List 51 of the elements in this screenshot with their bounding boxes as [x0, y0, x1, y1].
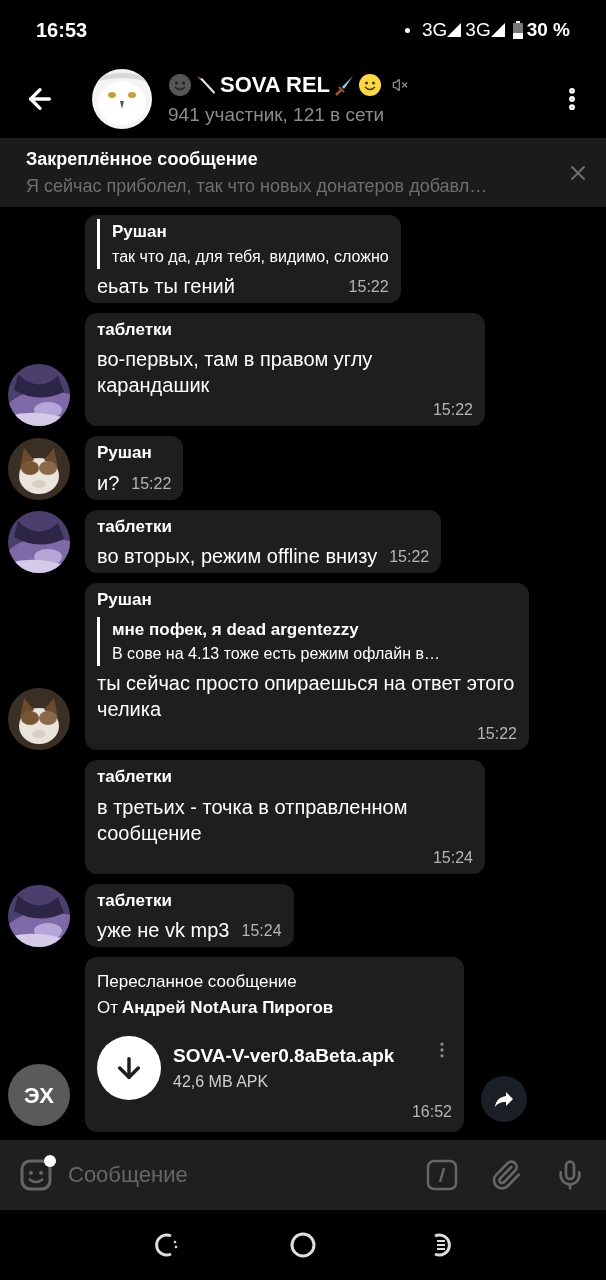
sender-name: таблетки [97, 766, 173, 788]
reply-author: мне пофек, я dead argentezzy [112, 618, 360, 641]
moon-face-icon [168, 72, 192, 97]
forward-source: Андрей NotAura Пирогов [122, 996, 334, 1019]
pinned-title: Закреплённое сообщение [26, 147, 259, 171]
sender-name: Рушан [97, 589, 153, 611]
message-text: ты сейчас просто опираешься на ответ этого челика [97, 671, 516, 722]
file-name: SOVA-V-ver0.8aBeta.apk [173, 1043, 396, 1068]
message-text: и? [97, 470, 120, 496]
status-time: 16:53 [36, 18, 88, 43]
sender-name: таблетки [97, 515, 173, 538]
battery-icon [512, 21, 523, 39]
signal-icon [447, 23, 462, 37]
avatar-initials: ЭХ [8, 1064, 70, 1126]
sender-name: Рушан [97, 442, 153, 464]
message-text: в третьих - точка в отправленном сообщение [97, 794, 409, 846]
message-time: 15:24 [241, 921, 282, 941]
attach-icon[interactable] [490, 1159, 522, 1191]
reply-text: В сове на 4.13 тоже есть режим офлайн в… [112, 644, 441, 664]
pinned-bar[interactable]: Закреплённое сообщение Я сейчас приболел, так что новых донатеров добавл… [0, 138, 606, 207]
message-time: 16:52 [411, 1102, 452, 1122]
sender-name: таблетки [97, 318, 173, 341]
message-time: 15:22 [389, 547, 430, 567]
message-time: 15:22 [432, 400, 473, 420]
message-text: во вторых, режим offline внизу [97, 544, 378, 569]
share-button[interactable] [481, 1076, 527, 1122]
chat-title: SOVA REL [220, 71, 330, 100]
battery-level: 30 % [526, 17, 570, 42]
message-time: 15:22 [476, 724, 517, 744]
command-icon[interactable] [426, 1159, 458, 1191]
message-time: 15:24 [432, 847, 473, 868]
sticker-icon[interactable] [20, 1159, 52, 1191]
reply-author: Рушан [112, 221, 168, 243]
network-label: 3G [465, 17, 491, 42]
forward-prefix: От [97, 996, 118, 1019]
sender-name: таблетки [97, 889, 173, 912]
network-label: 3G [421, 17, 448, 42]
message-time: 15:22 [348, 276, 389, 297]
file-size: 42,6 MB APK [173, 1072, 270, 1093]
message-text: уже не vk mp3 [97, 918, 230, 943]
pinned-text: Я сейчас приболел, так что новых донатеров добавл… [26, 174, 489, 198]
message-text: во-первых, там в правом углу карандашик [97, 347, 374, 398]
message-text: еьать ты гений [97, 273, 235, 299]
reply-text: так что да, для тебя, видимо, сложно [112, 246, 389, 267]
forward-label: Пересланное сообщение [97, 971, 298, 993]
signal-icon [490, 23, 505, 37]
smiley-icon [358, 72, 382, 97]
chat-subtitle: 941 участник, 121 в сети [168, 103, 386, 128]
home-icon[interactable] [289, 1231, 317, 1259]
message-time: 15:22 [131, 473, 172, 494]
message-composer[interactable]: Сообщение [0, 1140, 606, 1210]
